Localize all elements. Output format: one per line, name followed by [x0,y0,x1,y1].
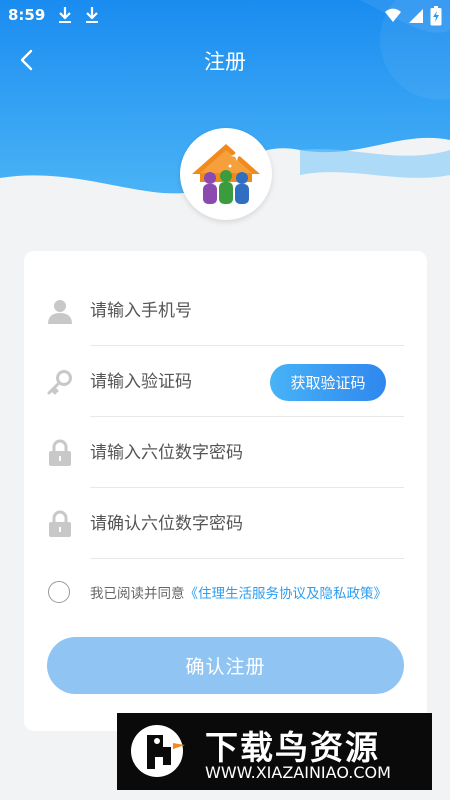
status-time: 8:59 [8,6,46,24]
status-icons [384,6,442,26]
lock-icon [49,510,71,537]
register-form-card: 获取验证码 我已阅读并同意 《住理生活服务协议及隐私政策》 确认注册 [24,251,427,731]
phone-row [46,275,404,346]
status-bar: 8:59 [0,0,450,32]
password-row [46,417,404,488]
bird-logo-icon [131,725,185,777]
watermark-banner: 下载鸟资源 WWW.XIAZAINIAO.COM [117,713,432,790]
get-code-button[interactable]: 获取验证码 [270,364,386,401]
app-logo [180,128,272,220]
agreement-prefix: 我已阅读并同意 [90,586,185,602]
confirm-password-row [46,488,404,559]
key-icon [47,370,72,395]
agreement-row: 我已阅读并同意 《住理生活服务协议及隐私政策》 [48,579,428,605]
lock-icon [49,439,71,466]
watermark-text: 下载鸟资源 [205,728,380,767]
house-family-logo [192,144,260,204]
agreement-checkbox[interactable] [48,581,70,603]
signal-icon [409,9,423,23]
submit-register-button[interactable]: 确认注册 [47,637,404,694]
divider [90,558,404,559]
download-icon [59,7,71,23]
agreement-link[interactable]: 《住理生活服务协议及隐私政策》 [185,582,388,602]
download-icon [86,7,98,23]
wifi-icon [385,8,401,22]
password-input[interactable] [90,435,330,471]
confirm-password-input[interactable] [90,506,330,542]
watermark-url: WWW.XIAZAINIAO.COM [205,763,391,782]
page-title: 注册 [204,50,246,74]
user-icon [48,300,72,324]
phone-input[interactable] [90,293,330,329]
battery-icon [430,6,442,26]
navigation-bar: 注册 [0,38,450,82]
